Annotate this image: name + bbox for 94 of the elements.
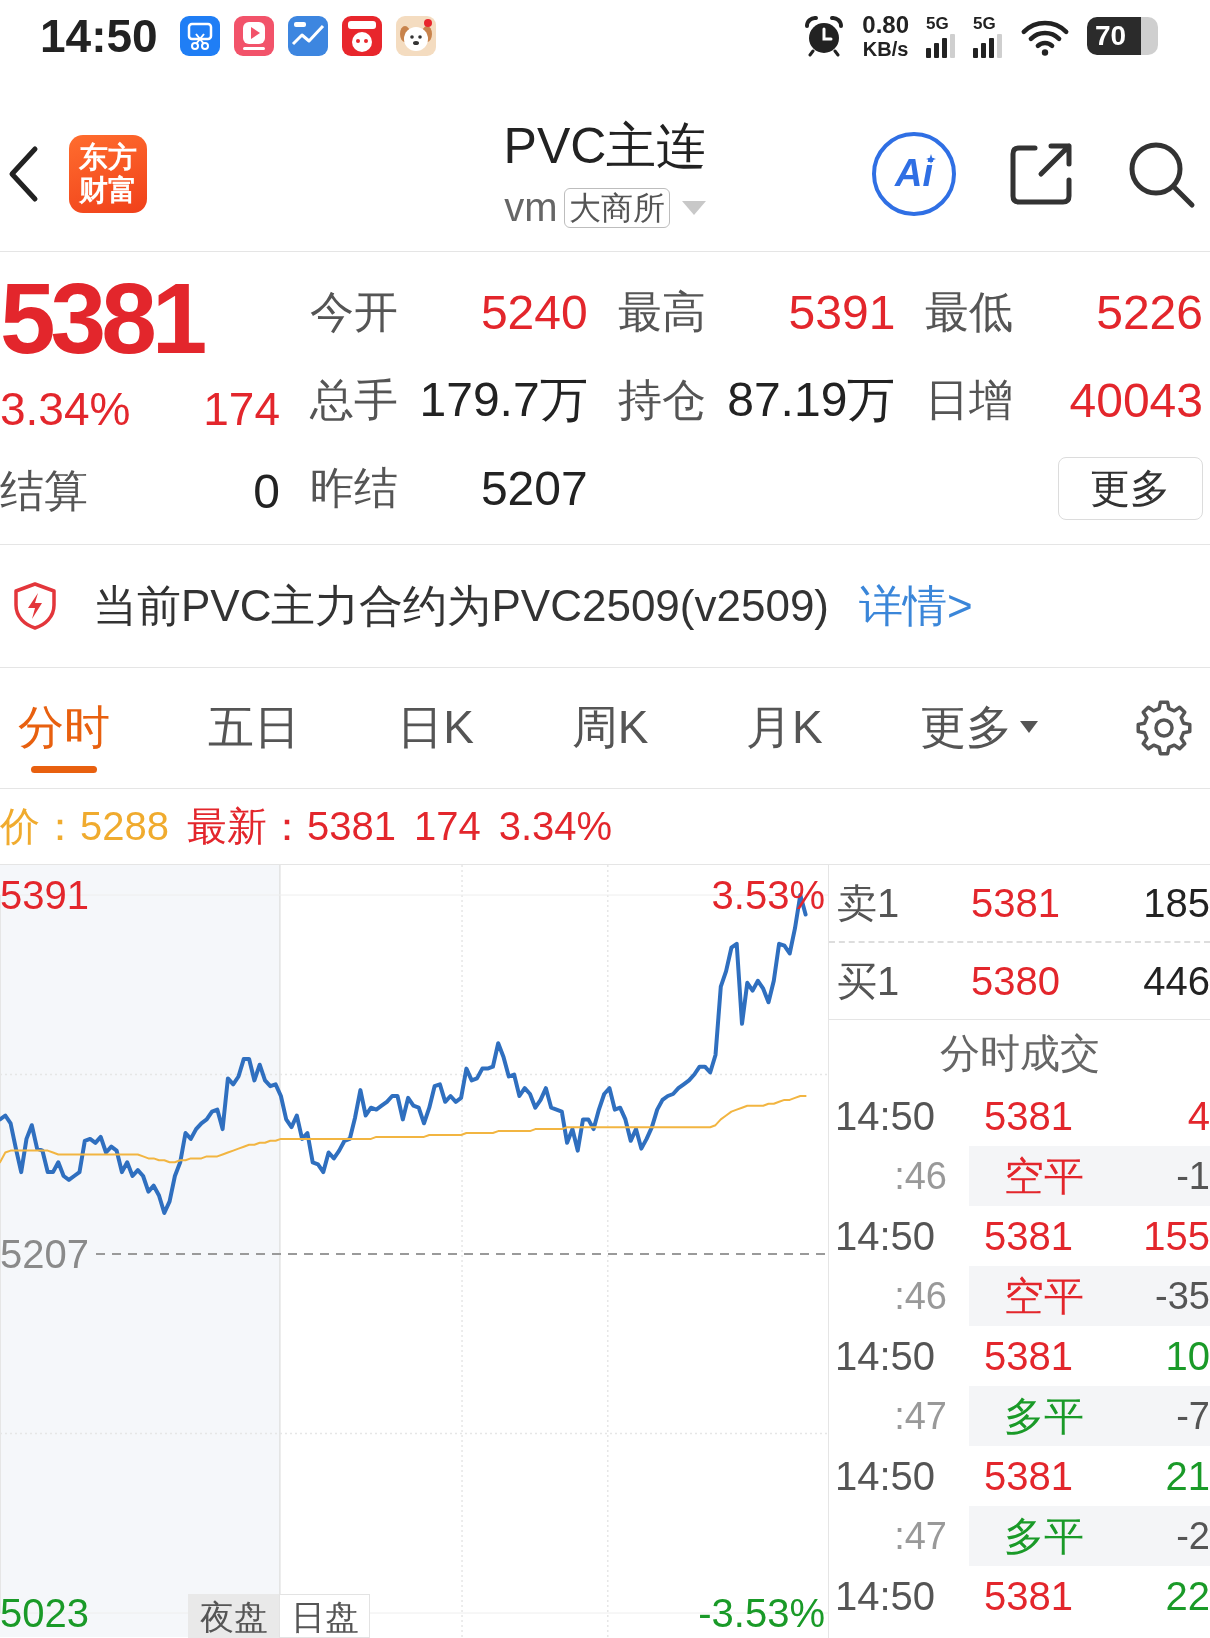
trade-seconds: :46	[893, 1153, 947, 1199]
network-type-label: 5G	[973, 14, 996, 32]
trade-price: 5381	[984, 1573, 1074, 1619]
network-speed-value: 0.80	[862, 13, 909, 37]
chart-tab[interactable]: 五日	[207, 679, 300, 777]
stat-label: 最高	[617, 285, 706, 338]
stat-label: 昨结	[310, 461, 398, 514]
trade-change: -2	[1176, 1514, 1210, 1558]
session-tab[interactable]: 日盘	[279, 1594, 370, 1638]
chart-tab[interactable]: 日K	[397, 679, 474, 777]
price-axis-label: 5023	[0, 1591, 89, 1635]
trade-change: -35	[1155, 1274, 1210, 1318]
trade-volume: 10	[1165, 1333, 1210, 1379]
order-price: 5380	[971, 958, 1061, 1004]
stat-value: 179.7万	[419, 372, 588, 428]
stat-value: 5391	[788, 284, 896, 340]
trade-volume: 22	[1165, 1573, 1210, 1619]
exchange-tag: 大商所	[563, 187, 670, 228]
price-axis-label: 5391	[0, 873, 89, 917]
contract-code: vm	[504, 185, 558, 230]
ai-button[interactable]: Ai	[872, 131, 956, 216]
stat-label: 最低	[925, 285, 1014, 338]
caret-icon	[1020, 721, 1039, 733]
trade-time: 14:50	[835, 1333, 937, 1379]
trade-time: 14:50	[835, 1573, 937, 1619]
stat-value: 87.19万	[727, 372, 896, 428]
price-summary-text: 174	[413, 804, 481, 849]
trade-time: 14:50	[835, 1453, 937, 1499]
trade-volume: 155	[1143, 1213, 1210, 1259]
price-summary-text: 价：5288	[0, 803, 169, 850]
app-logo: 东方 财富	[69, 134, 147, 213]
stat-label: 持仓	[617, 373, 706, 426]
chart-tab[interactable]: 更多	[920, 679, 1039, 777]
trade-type: 空平	[1004, 1152, 1084, 1200]
percent-axis-label: 3.53%	[711, 873, 825, 917]
trade-seconds: :47	[893, 1393, 947, 1439]
settings-icon[interactable]	[1136, 700, 1192, 756]
stat-label: 今开	[310, 285, 398, 338]
stat-value: 5240	[480, 284, 588, 340]
order-volume: 446	[1143, 958, 1210, 1004]
trades-title: 分时成交	[939, 1029, 1100, 1077]
trade-volume: 4	[1187, 1093, 1210, 1139]
trade-type: 多平	[1004, 1392, 1084, 1440]
details-link[interactable]: 详情>	[859, 576, 973, 636]
stat-value: 5207	[480, 460, 588, 516]
network-type-label: 5G	[926, 14, 949, 32]
scissors-app-icon	[179, 16, 220, 56]
trade-change: -1	[1176, 1154, 1210, 1198]
chart-tab[interactable]: 月K	[746, 679, 823, 777]
dog-app-icon	[395, 16, 436, 56]
trade-price: 5381	[984, 1333, 1074, 1379]
trade-type: 空平	[1004, 1272, 1084, 1320]
order-level-label: 卖1	[837, 879, 901, 927]
notice-text: 当前PVC主力合约为PVC2509(v2509)	[93, 579, 829, 632]
last-price: 5381	[0, 268, 203, 368]
stat-label: 总手	[310, 373, 398, 426]
battery-indicator: 70	[1087, 17, 1158, 55]
alarm-clock-icon	[803, 15, 846, 57]
stat-value: 5226	[1096, 284, 1203, 340]
trade-seconds: :47	[893, 1513, 947, 1559]
session-tab[interactable]: 夜盘	[188, 1594, 279, 1638]
page-title: PVC主连	[503, 116, 707, 176]
status-time: 14:50	[40, 9, 158, 63]
percent-axis-label: -3.53%	[698, 1591, 825, 1635]
stat-label: 结算	[0, 464, 88, 517]
trade-type: 多平	[1004, 1512, 1084, 1560]
chart-app-icon	[287, 16, 328, 56]
order-level-label: 买1	[837, 957, 901, 1005]
network-speed-unit: KB/s	[862, 39, 909, 59]
stat-label: 日增	[925, 373, 1014, 426]
change-amount: 174	[203, 382, 280, 436]
signal-bars-icon	[926, 33, 956, 58]
more-button[interactable]: 更多	[1058, 456, 1203, 520]
trade-price: 5381	[984, 1453, 1074, 1499]
price-summary-text: 最新：5381	[187, 803, 396, 850]
chart-tab[interactable]: 周K	[571, 679, 649, 777]
shield-lightning-icon	[12, 581, 58, 631]
trade-time: 14:50	[835, 1093, 937, 1139]
trade-time: 14:50	[835, 1213, 937, 1259]
signal-bars-icon	[973, 33, 1003, 58]
price-summary-text: 3.34%	[498, 804, 613, 849]
order-volume: 185	[1143, 880, 1210, 926]
trade-change: -7	[1176, 1394, 1210, 1438]
play-app-icon	[233, 16, 274, 56]
trade-price: 5381	[984, 1213, 1074, 1259]
mascot-app-icon	[341, 16, 382, 56]
trade-price: 5381	[984, 1093, 1074, 1139]
trade-volume: 21	[1165, 1453, 1210, 1499]
trade-seconds: :46	[893, 1273, 947, 1319]
change-percent: 3.34%	[0, 382, 131, 436]
stat-value: 0	[253, 463, 280, 519]
price-axis-label: 5207	[0, 1232, 89, 1276]
stat-value: 40043	[1069, 372, 1203, 428]
order-price: 5381	[971, 880, 1061, 926]
